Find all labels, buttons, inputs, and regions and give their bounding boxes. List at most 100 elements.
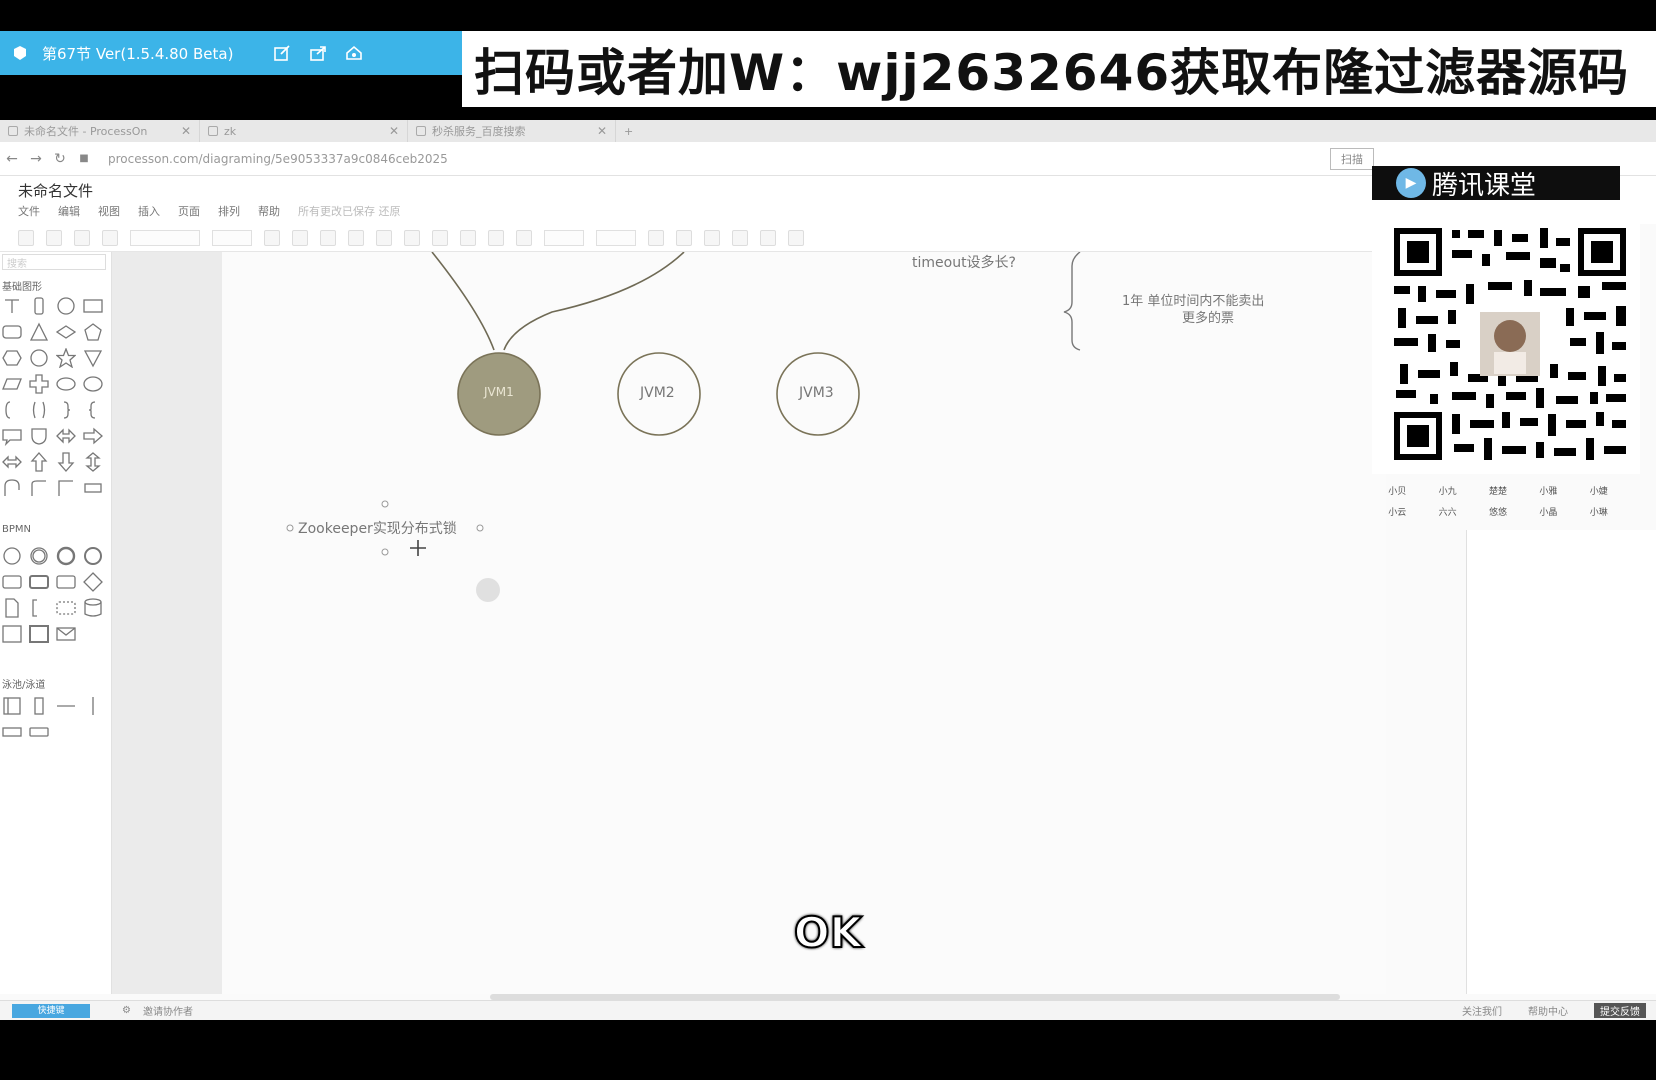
lock-shape-icon[interactable]: [704, 229, 720, 246]
horizontal-separator-icon[interactable]: [54, 694, 78, 718]
connector-icon[interactable]: [516, 229, 532, 246]
bold-icon[interactable]: [264, 229, 280, 246]
follow-us-link[interactable]: 关注我们: [1462, 1003, 1502, 1018]
format-painter-icon[interactable]: [18, 229, 34, 246]
menu-arrange[interactable]: 排列: [218, 203, 240, 219]
lane-icon[interactable]: [27, 622, 51, 646]
reload-icon[interactable]: ↻: [48, 151, 72, 167]
gateway-icon[interactable]: [81, 570, 105, 594]
resize-handle-bottom[interactable]: [381, 548, 389, 556]
intermediate-event-icon[interactable]: [27, 544, 51, 568]
line-style-icon[interactable]: [488, 229, 504, 246]
menu-file[interactable]: 文件: [18, 203, 40, 219]
down-arrow-shape-icon[interactable]: [54, 450, 78, 474]
close-tab-icon[interactable]: ✕: [389, 124, 399, 138]
redo-icon[interactable]: [74, 229, 90, 246]
call-activity-icon[interactable]: [54, 570, 78, 594]
resize-handle-top[interactable]: [381, 500, 389, 508]
close-tab-icon[interactable]: ✕: [181, 124, 191, 138]
data-object-icon[interactable]: [0, 596, 24, 620]
menu-edit[interactable]: 编辑: [58, 203, 80, 219]
ellipse-shape-icon[interactable]: [54, 372, 78, 396]
feedback-button[interactable]: 提交反馈: [1594, 1003, 1646, 1018]
timeout-question-text[interactable]: timeout设多长?: [912, 252, 1016, 272]
datastore-icon[interactable]: [81, 596, 105, 620]
end-event-icon[interactable]: [54, 544, 78, 568]
invite-collaborator-button[interactable]: 邀请协作者: [143, 1003, 193, 1018]
text-shape-icon[interactable]: [0, 294, 24, 318]
font-family-select[interactable]: [130, 229, 200, 246]
section-swimlane[interactable]: 泳池/泳道: [2, 676, 45, 691]
diamond-shape-icon[interactable]: [54, 320, 78, 344]
link-icon[interactable]: [760, 229, 776, 246]
note-shape-icon[interactable]: [27, 294, 51, 318]
vertical-lane-icon[interactable]: [27, 694, 51, 718]
resize-handle-left[interactable]: [286, 524, 294, 532]
shield-shape-icon[interactable]: [27, 424, 51, 448]
circle-shape-icon[interactable]: [54, 294, 78, 318]
new-tab-button[interactable]: +: [616, 120, 644, 142]
horizontal-pool-icon[interactable]: [0, 720, 24, 744]
brace-left-shape-icon[interactable]: [81, 398, 105, 422]
arrow-start-select[interactable]: [544, 229, 584, 246]
align-icon[interactable]: [376, 229, 392, 246]
brace-right-shape-icon[interactable]: [54, 398, 78, 422]
fill-color-icon[interactable]: [404, 229, 420, 246]
share-icon[interactable]: [307, 42, 329, 64]
clear-format-icon[interactable]: [102, 229, 118, 246]
back-layer-icon[interactable]: [676, 229, 692, 246]
round-rect-shape-icon[interactable]: [0, 320, 24, 344]
right-arrow-shape-icon[interactable]: [81, 424, 105, 448]
selected-text-shape[interactable]: Zookeeper实现分布式锁: [298, 518, 457, 538]
callout-shape-icon[interactable]: [0, 424, 24, 448]
connector-line-left[interactable]: [431, 252, 495, 351]
hexagon-shape-icon[interactable]: [0, 346, 24, 370]
italic-icon[interactable]: [292, 229, 308, 246]
annotation-icon[interactable]: [27, 596, 51, 620]
slim-rect-shape-icon[interactable]: [81, 476, 105, 500]
menu-help[interactable]: 帮助: [258, 203, 280, 219]
section-basic-shapes[interactable]: 基础图形: [2, 278, 42, 293]
message-icon[interactable]: [54, 622, 78, 646]
triangle-shape-icon[interactable]: [27, 320, 51, 344]
font-size-select[interactable]: [212, 229, 252, 246]
cross-shape-icon[interactable]: [27, 372, 51, 396]
double-arrow-shape-icon[interactable]: [54, 424, 78, 448]
up-arrow-shape-icon[interactable]: [27, 450, 51, 474]
line-width-icon[interactable]: [460, 229, 476, 246]
arrow-end-select[interactable]: [596, 229, 636, 246]
pentagon-shape-icon[interactable]: [81, 320, 105, 344]
shortcut-button[interactable]: 快捷键: [12, 1003, 90, 1018]
help-center-link[interactable]: 帮助中心: [1528, 1003, 1568, 1018]
edit-icon[interactable]: [271, 42, 293, 64]
scan-button[interactable]: 扫描: [1330, 148, 1374, 170]
home-icon[interactable]: [343, 42, 365, 64]
star-shape-icon[interactable]: [54, 346, 78, 370]
underline-icon[interactable]: [320, 229, 336, 246]
parallelogram-shape-icon[interactable]: [0, 372, 24, 396]
vertical-pool-icon[interactable]: [0, 694, 24, 718]
shape-search-input[interactable]: 搜索: [2, 254, 106, 270]
tab-search[interactable]: 秒杀服务_百度搜索 ✕: [408, 120, 616, 142]
bracket-pair-shape-icon[interactable]: [27, 398, 51, 422]
bracket-shape-icon[interactable]: [0, 398, 24, 422]
front-icon[interactable]: [648, 229, 664, 246]
start-event-icon[interactable]: [0, 544, 24, 568]
undo-icon[interactable]: [46, 229, 62, 246]
rectangle-shape-icon[interactable]: [81, 294, 105, 318]
font-color-icon[interactable]: [348, 229, 364, 246]
curly-brace[interactable]: [1063, 252, 1081, 351]
subprocess-icon[interactable]: [27, 570, 51, 594]
resize-handle-right[interactable]: [476, 524, 484, 532]
task-icon[interactable]: [0, 570, 24, 594]
vertical-separator-icon[interactable]: [81, 694, 105, 718]
menu-page[interactable]: 页面: [178, 203, 200, 219]
document-title[interactable]: 未命名文件: [18, 180, 93, 201]
timer-event-icon[interactable]: [81, 544, 105, 568]
menu-insert[interactable]: 插入: [138, 203, 160, 219]
pool-icon[interactable]: [0, 622, 24, 646]
cloud-shape-icon[interactable]: [81, 372, 105, 396]
tab-processon[interactable]: 未命名文件 - ProcessOn ✕: [0, 120, 200, 142]
connector-line-right[interactable]: [503, 252, 685, 351]
wrench-icon[interactable]: [788, 229, 804, 246]
